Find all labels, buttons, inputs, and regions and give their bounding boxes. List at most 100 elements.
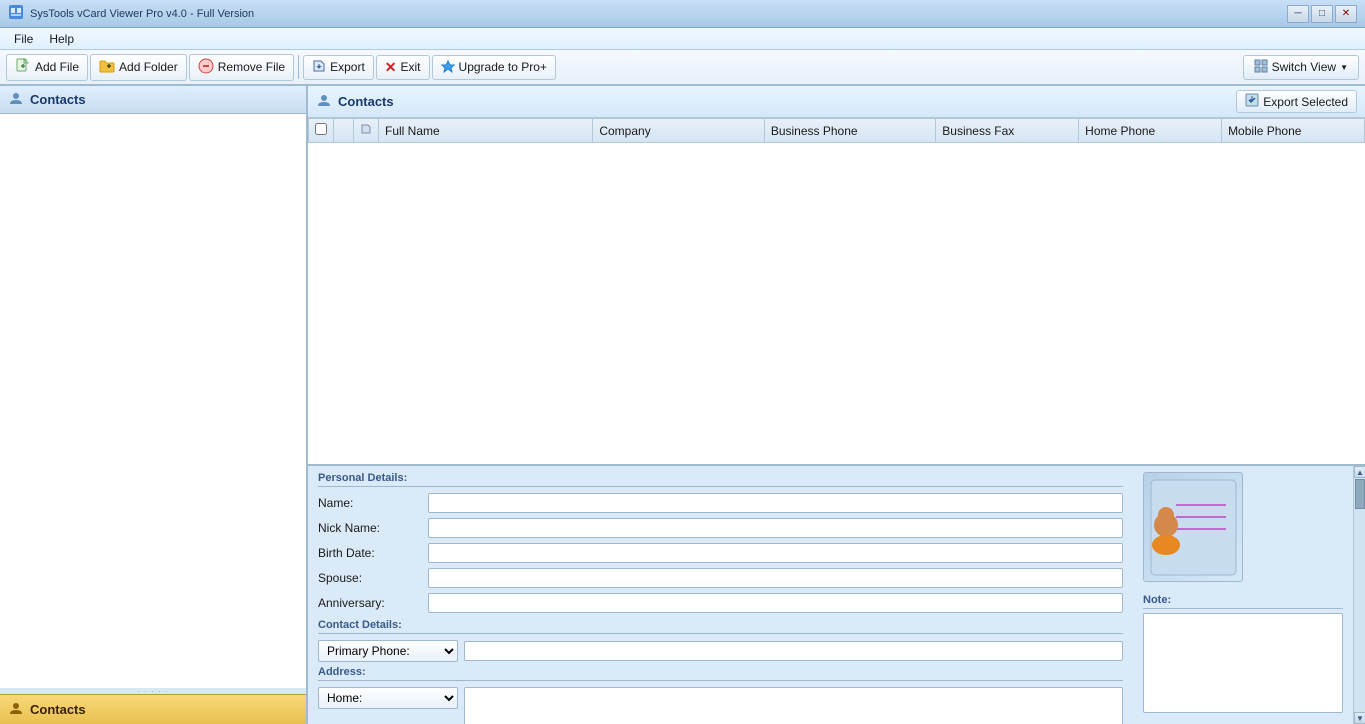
phone-input[interactable] [464,641,1123,661]
title-bar: SysTools vCard Viewer Pro v4.0 - Full Ve… [0,0,1365,28]
contact-card-image [1143,472,1243,582]
details-right: Note: [1133,466,1353,724]
switch-view-button[interactable]: Switch View ▼ [1243,55,1359,80]
export-icon [312,59,326,76]
sidebar: Contacts · · · · · Contacts [0,86,308,724]
app-title: SysTools vCard Viewer Pro v4.0 - Full Ve… [30,8,1287,20]
select-all-checkbox[interactable] [315,123,327,135]
birth-date-label: Birth Date: [318,546,428,560]
address-textarea[interactable] [464,687,1123,724]
add-file-button[interactable]: Add File [6,54,88,81]
toolbar: Add File Add Folder Remove File Expor [0,50,1365,86]
name-input[interactable] [428,493,1123,513]
col-mobile-phone: Mobile Phone [1222,119,1365,143]
col-full-name: Full Name [379,119,593,143]
name-label: Name: [318,496,428,510]
minimize-button[interactable]: ─ [1287,5,1309,23]
right-panel: Contacts Export Selected [308,86,1365,724]
contacts-table[interactable]: Full Name Company Business Phone Busines… [308,118,1365,464]
name-field-row: Name: [318,493,1123,513]
personal-details-label: Personal Details: [318,472,1123,487]
menu-help[interactable]: Help [41,30,82,48]
nick-name-field-row: Nick Name: [318,518,1123,538]
contact-details-label: Contact Details: [318,619,1123,634]
main-layout: Contacts · · · · · Contacts [0,86,1365,724]
export-selected-label: Export Selected [1263,95,1348,109]
export-selected-icon [1245,93,1259,110]
exit-icon: ✕ [385,59,397,76]
upgrade-icon [441,59,455,76]
sidebar-title: Contacts [30,92,86,107]
note-section: Note: [1143,594,1343,716]
note-textarea[interactable] [1143,613,1343,713]
spouse-input[interactable] [428,568,1123,588]
sidebar-contacts-tab[interactable]: Contacts [0,694,306,724]
add-folder-label: Add Folder [119,60,178,74]
col-business-phone: Business Phone [764,119,935,143]
scroll-up-arrow[interactable]: ▲ [1354,466,1365,478]
contacts-data-table: Full Name Company Business Phone Busines… [308,118,1365,143]
switch-view-icon [1254,59,1268,76]
col-checkbox-all[interactable] [309,119,334,143]
col-company: Company [593,119,764,143]
add-file-icon [15,58,31,77]
exit-button[interactable]: ✕ Exit [376,55,430,80]
phone-row: Primary Phone: Home Phone: Work Phone: M… [318,640,1123,662]
add-folder-button[interactable]: Add Folder [90,54,187,81]
anniversary-label: Anniversary: [318,596,428,610]
export-selected-button[interactable]: Export Selected [1236,90,1357,113]
birth-date-input[interactable] [428,543,1123,563]
scroll-thumb[interactable] [1355,479,1365,509]
sidebar-header: Contacts [0,86,306,114]
switch-view-label: Switch View [1272,60,1336,74]
sidebar-tab-icon [8,700,24,719]
details-scrollbar[interactable]: ▲ ▼ [1353,466,1365,724]
birth-date-field-row: Birth Date: [318,543,1123,563]
add-folder-icon [99,58,115,77]
anniversary-input[interactable] [428,593,1123,613]
upgrade-label: Upgrade to Pro+ [459,60,547,74]
details-panel: Personal Details: Name: Nick Name: Birth… [308,466,1365,724]
contact-details-section: Contact Details: Primary Phone: Home Pho… [318,619,1123,662]
contacts-title: Contacts [316,92,394,111]
spouse-field-row: Spouse: [318,568,1123,588]
contacts-list-header: Contacts Export Selected [308,86,1365,118]
contacts-header-title: Contacts [338,94,394,109]
export-label: Export [330,60,365,74]
personal-details-section: Personal Details: Name: Nick Name: Birth… [318,472,1123,613]
switch-view-arrow-icon: ▼ [1340,63,1348,72]
address-type-select[interactable]: Home: Work: Other: [318,687,458,709]
nick-name-label: Nick Name: [318,521,428,535]
scroll-track[interactable] [1354,478,1365,712]
remove-file-label: Remove File [218,60,285,74]
window-controls: ─ □ ✕ [1287,5,1357,23]
toolbar-right: Switch View ▼ [1243,55,1359,80]
spouse-label: Spouse: [318,571,428,585]
note-label: Note: [1143,594,1343,609]
export-button[interactable]: Export [303,55,374,80]
menu-bar: File Help [0,28,1365,50]
add-file-label: Add File [35,60,79,74]
upgrade-button[interactable]: Upgrade to Pro+ [432,55,556,80]
nick-name-input[interactable] [428,518,1123,538]
scroll-down-arrow[interactable]: ▼ [1354,712,1365,724]
phone-type-select[interactable]: Primary Phone: Home Phone: Work Phone: M… [318,640,458,662]
remove-file-icon [198,58,214,77]
contacts-header-icon [316,92,332,111]
contacts-list-panel: Contacts Export Selected [308,86,1365,466]
anniversary-field-row: Anniversary: [318,593,1123,613]
remove-file-button[interactable]: Remove File [189,54,294,81]
sidebar-tab-label: Contacts [30,702,86,717]
sidebar-content[interactable] [0,114,306,688]
maximize-button[interactable]: □ [1311,5,1333,23]
address-section: Address: Home: Work: Other: [318,666,1123,724]
address-label: Address: [318,666,1123,681]
close-button[interactable]: ✕ [1335,5,1357,23]
col-business-fax: Business Fax [936,119,1079,143]
menu-file[interactable]: File [6,30,41,48]
toolbar-separator-1 [298,55,299,79]
app-icon [8,4,24,23]
address-row: Home: Work: Other: [318,687,1123,724]
col-home-phone: Home Phone [1079,119,1222,143]
exit-label: Exit [401,60,421,74]
